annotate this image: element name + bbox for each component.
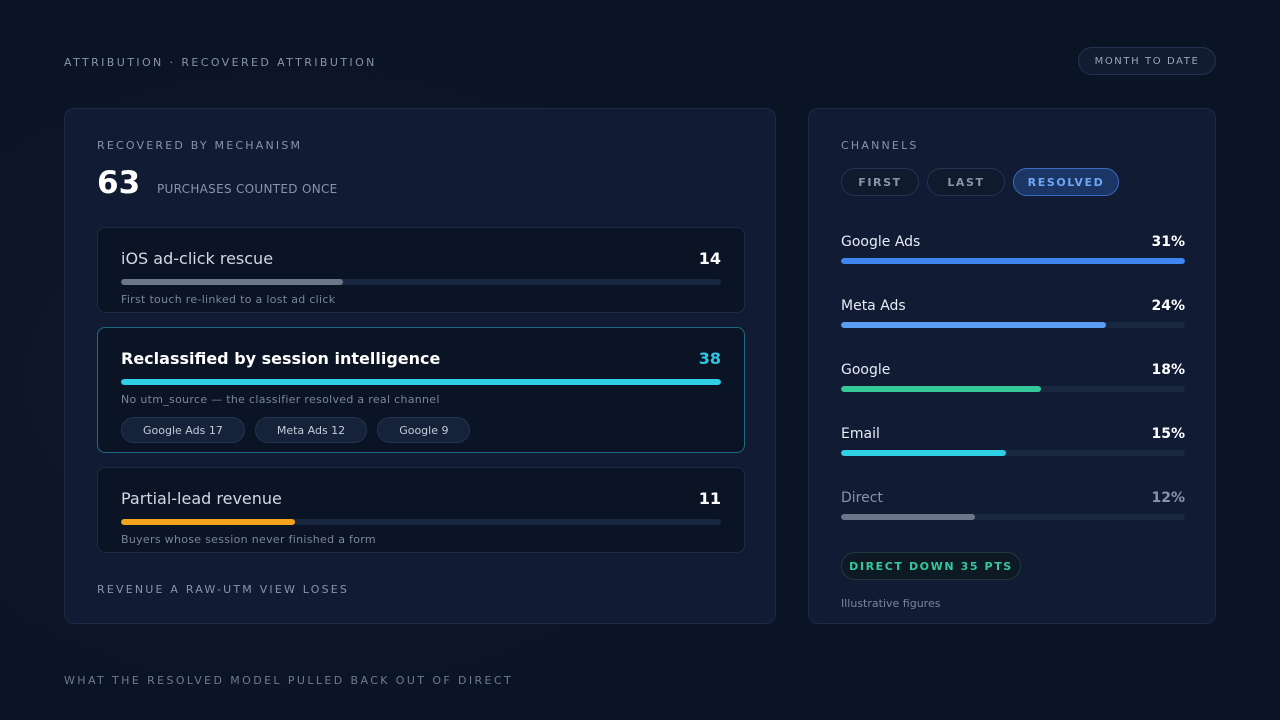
mechanism-progress-fill xyxy=(121,519,295,525)
channel-name: Google Ads xyxy=(841,234,921,250)
channel-percent: 12% xyxy=(1151,490,1185,506)
channel-name: Google xyxy=(841,362,891,378)
channel-bar-track xyxy=(841,514,1185,520)
recovered-total: 63 xyxy=(97,165,141,201)
channel-bar-fill xyxy=(841,258,1185,264)
date-range-button[interactable]: MONTH TO DATE xyxy=(1078,47,1216,75)
mechanism-title: Partial-lead revenue xyxy=(121,489,282,508)
channel-bar-track xyxy=(841,386,1185,392)
channel-percent: 18% xyxy=(1151,362,1185,378)
channel-bar-fill xyxy=(841,322,1106,328)
mechanism-card-ios[interactable]: iOS ad-click rescue 14 First touch re-li… xyxy=(97,227,745,313)
mechanism-card-partial-lead[interactable]: Partial-lead revenue 11 Buyers whose ses… xyxy=(97,467,745,553)
mechanism-progress-track xyxy=(121,519,721,525)
mechanism-title: iOS ad-click rescue xyxy=(121,249,274,268)
channels-section-label: CHANNELS xyxy=(841,139,919,152)
mechanism-description: First touch re-linked to a lost ad click xyxy=(121,293,336,306)
breadcrumb: ATTRIBUTION · RECOVERED ATTRIBUTION xyxy=(64,56,377,69)
chip-meta-ads[interactable]: Meta Ads 12 xyxy=(254,417,368,443)
tab-resolved[interactable]: RESOLVED xyxy=(1013,168,1119,196)
channels-panel: CHANNELS FIRST LAST RESOLVED Google Ads … xyxy=(808,108,1216,624)
channel-row-direct[interactable]: Direct 12% xyxy=(841,490,1185,520)
chip-google-ads[interactable]: Google Ads 17 xyxy=(121,417,245,443)
channel-percent: 24% xyxy=(1151,298,1185,314)
mechanism-value: 11 xyxy=(698,489,721,508)
revenue-lost-label: REVENUE A RAW-UTM VIEW LOSES xyxy=(97,583,350,596)
direct-delta-badge: DIRECT DOWN 35 PTS xyxy=(841,552,1021,580)
mechanism-value: 14 xyxy=(698,249,721,268)
mechanism-card-session-intelligence[interactable]: Reclassified by session intelligence 38 … xyxy=(97,327,745,453)
channel-bar-track xyxy=(841,258,1185,264)
mechanism-title: Reclassified by session intelligence xyxy=(121,349,441,368)
channel-row-google-ads[interactable]: Google Ads 31% xyxy=(841,234,1185,264)
channel-percent: 31% xyxy=(1151,234,1185,250)
channel-name: Email xyxy=(841,426,880,442)
channel-name: Meta Ads xyxy=(841,298,906,314)
mechanism-progress-fill xyxy=(121,279,343,285)
channel-name: Direct xyxy=(841,490,883,506)
channel-row-email[interactable]: Email 15% xyxy=(841,426,1185,456)
channel-bar-track xyxy=(841,322,1185,328)
tab-first[interactable]: FIRST xyxy=(841,168,919,196)
tab-last[interactable]: LAST xyxy=(927,168,1005,196)
channel-bar-fill xyxy=(841,386,1041,392)
channel-row-google[interactable]: Google 18% xyxy=(841,362,1185,392)
recovered-total-caption: PURCHASES COUNTED ONCE xyxy=(157,182,338,196)
channel-bar-track xyxy=(841,450,1185,456)
channel-chip-group: Google Ads 17 Meta Ads 12 Google 9 xyxy=(121,417,471,443)
mechanism-panel: RECOVERED BY MECHANISM 63 PURCHASES COUN… xyxy=(64,108,776,624)
channel-row-meta-ads[interactable]: Meta Ads 24% xyxy=(841,298,1185,328)
chip-google[interactable]: Google 9 xyxy=(377,417,471,443)
mechanism-section-label: RECOVERED BY MECHANISM xyxy=(97,139,303,152)
mechanism-value: 38 xyxy=(698,349,721,368)
mechanism-progress-fill xyxy=(121,379,721,385)
attribution-model-tabs: FIRST LAST RESOLVED xyxy=(841,168,1119,196)
mechanism-description: No utm_source — the classifier resolved … xyxy=(121,393,440,406)
channel-bar-fill xyxy=(841,450,1007,456)
channel-percent: 15% xyxy=(1151,426,1185,442)
mechanism-progress-track xyxy=(121,279,721,285)
channel-bar-fill xyxy=(841,514,976,520)
illustrative-footnote: Illustrative figures xyxy=(841,597,941,610)
mechanism-progress-track xyxy=(121,379,721,385)
mechanism-description: Buyers whose session never finished a fo… xyxy=(121,533,376,546)
footer-caption: WHAT THE RESOLVED MODEL PULLED BACK OUT … xyxy=(64,674,514,687)
